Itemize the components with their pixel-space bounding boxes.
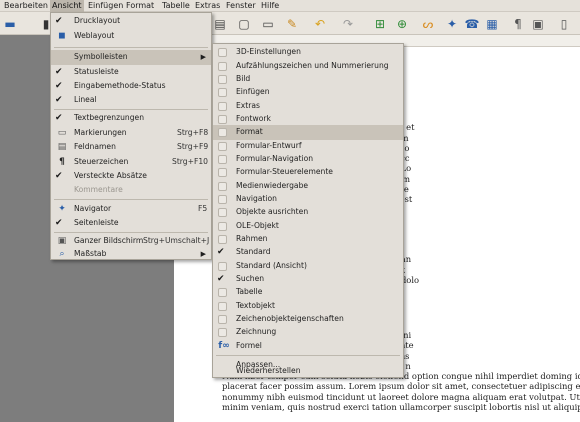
menu-tabelle[interactable]: Tabelle xyxy=(160,0,192,12)
menu-separator xyxy=(54,47,208,48)
checkbox xyxy=(218,168,227,177)
menu-item-weblayout[interactable]: ◼ Weblayout xyxy=(51,29,211,44)
checkbox xyxy=(218,128,227,137)
checkbox xyxy=(218,142,227,151)
navigator-icon: ✦ xyxy=(58,204,66,214)
checkbox xyxy=(218,328,227,337)
hyperlink-icon[interactable]: ⊞ xyxy=(372,16,388,31)
checkbox xyxy=(218,288,227,297)
menu-separator xyxy=(54,232,208,233)
checkbox xyxy=(218,182,227,191)
redo-icon[interactable]: ↷ xyxy=(340,16,356,31)
zoom-icon[interactable]: ▣ xyxy=(530,16,546,31)
submenu-item-formel[interactable]: f∞ Formel xyxy=(213,339,403,354)
menu-item-versteckte-absaetze[interactable]: ✔ Versteckte Absätze xyxy=(51,169,211,184)
check-icon: ✔ xyxy=(55,16,63,26)
text-line: placerat facer possim assum. Lorem ipsum… xyxy=(222,381,580,392)
table-icon[interactable]: ⊕ xyxy=(394,16,410,31)
menu-item-feldnamen[interactable]: ▤ Feldnamen Strg+F9 xyxy=(51,140,211,155)
checkbox xyxy=(218,102,227,111)
paste-icon[interactable]: ▤ xyxy=(212,16,228,31)
menu-separator xyxy=(54,109,208,110)
submenu-item-standard[interactable]: ✔ Standard xyxy=(213,245,403,260)
menu-item-drucklayout[interactable]: ✔ Drucklayout xyxy=(51,14,211,29)
submenu-item-wiederherstellen[interactable]: Wiederherstellen xyxy=(213,364,403,377)
zoom-icon: ⌕ xyxy=(59,249,65,259)
checkbox xyxy=(218,315,227,324)
checkbox xyxy=(218,302,227,311)
check-icon: ✔ xyxy=(217,247,225,257)
check-icon: ✔ xyxy=(55,67,63,77)
menu-item-seitenleiste[interactable]: ✔ Seitenleiste xyxy=(51,216,211,231)
menu-bearbeiten[interactable]: Bearbeiten xyxy=(2,0,50,12)
checkbox xyxy=(218,62,227,71)
view-menu: ✔ Drucklayout ◼ Weblayout Symbolleisten … xyxy=(50,12,212,260)
check-icon: ✔ xyxy=(55,218,63,228)
check-icon: ✔ xyxy=(55,81,63,91)
checkbox xyxy=(218,88,227,97)
menu-fenster[interactable]: Fenster xyxy=(224,0,258,12)
submenu-item[interactable]: Einfügen xyxy=(213,85,403,100)
checkbox xyxy=(218,155,227,164)
checkbox xyxy=(218,48,227,57)
field-shadings-icon: ▭ xyxy=(57,128,67,138)
menu-item-navigator[interactable]: ✦ Navigator F5 xyxy=(51,202,211,217)
text-line: minim veniam, quis nostrud exerci tation… xyxy=(222,402,580,413)
menu-item-statusleiste[interactable]: ✔ Statusleiste xyxy=(51,65,211,80)
clone-format-icon[interactable]: ▢ xyxy=(236,16,252,31)
copy-icon[interactable]: ▭ xyxy=(260,16,276,31)
check-icon: ✔ xyxy=(55,95,63,105)
menu-separator xyxy=(216,355,400,356)
save-icon[interactable]: ▬ xyxy=(2,16,18,31)
menu-item-symbolleisten[interactable]: Symbolleisten ▶ xyxy=(51,50,211,65)
check-icon: ✔ xyxy=(55,171,63,181)
submenu-arrow-icon: ▶ xyxy=(200,53,206,61)
web-layout-icon: ◼ xyxy=(58,31,66,41)
menu-item-kommentare[interactable]: Kommentare xyxy=(51,183,211,198)
submenu-item[interactable]: Zeichnung xyxy=(213,325,403,340)
checkbox xyxy=(218,208,227,217)
navigator-icon[interactable]: ✦ xyxy=(444,16,460,31)
menu-separator xyxy=(54,199,208,200)
menubar: Bearbeiten Ansicht Einfügen Format Tabel… xyxy=(0,0,580,12)
submenu-item[interactable]: Tabelle xyxy=(213,285,403,300)
submenu-item[interactable]: Formular-Steuerelemente xyxy=(213,165,403,180)
submenu-item[interactable]: 3D-Einstellungen xyxy=(213,45,403,60)
formula-icon: f∞ xyxy=(218,341,230,351)
brush-icon[interactable]: ✎ xyxy=(284,16,300,31)
undo-icon[interactable]: ↶ xyxy=(312,16,328,31)
help-icon[interactable]: ▯ xyxy=(556,16,572,31)
checkbox xyxy=(218,115,227,124)
menu-ansicht[interactable]: Ansicht xyxy=(50,0,84,12)
data-sources-icon[interactable]: ▦ xyxy=(484,16,500,31)
gallery-icon[interactable]: ☎ xyxy=(464,16,480,31)
checkbox xyxy=(218,195,227,204)
menu-format[interactable]: Format xyxy=(124,0,156,12)
menu-item-lineal[interactable]: ✔ Lineal xyxy=(51,93,211,108)
nonprinting-chars-icon[interactable]: ¶ xyxy=(510,16,526,31)
check-icon: ✔ xyxy=(55,113,63,123)
pilcrow-icon: ¶ xyxy=(59,157,65,167)
checkbox xyxy=(218,75,227,84)
menu-item-markierungen[interactable]: ▭ Markierungen Strg+F8 xyxy=(51,126,211,141)
menu-item-steuerzeichen[interactable]: ¶ Steuerzeichen Strg+F10 xyxy=(51,155,211,170)
toolbars-submenu: 3D-Einstellungen Aufzählungszeichen und … xyxy=(212,43,404,378)
menu-einfuegen[interactable]: Einfügen xyxy=(86,0,125,12)
menu-item-eingabemethode-status[interactable]: ✔ Eingabemethode-Status xyxy=(51,79,211,94)
submenu-item[interactable]: Objekte ausrichten xyxy=(213,205,403,220)
menu-item-textbegrenzungen[interactable]: ✔ Textbegrenzungen xyxy=(51,111,211,126)
checkbox xyxy=(218,262,227,271)
submenu-arrow-icon: ▶ xyxy=(200,250,206,258)
submenu-item-format[interactable]: Format xyxy=(213,125,403,140)
field-names-icon: ▤ xyxy=(57,142,67,152)
menu-hilfe[interactable]: Hilfe xyxy=(259,0,281,12)
text-line: nonummy nibh euismod tincidunt ut laoree… xyxy=(222,391,580,402)
show-draw-functions-icon[interactable]: ᔕ xyxy=(420,16,436,31)
menu-extras[interactable]: Extras xyxy=(193,0,222,12)
checkbox xyxy=(218,235,227,244)
menu-item-massstab[interactable]: ⌕ Maßstab ▶ xyxy=(51,247,211,262)
checkbox xyxy=(218,222,227,231)
